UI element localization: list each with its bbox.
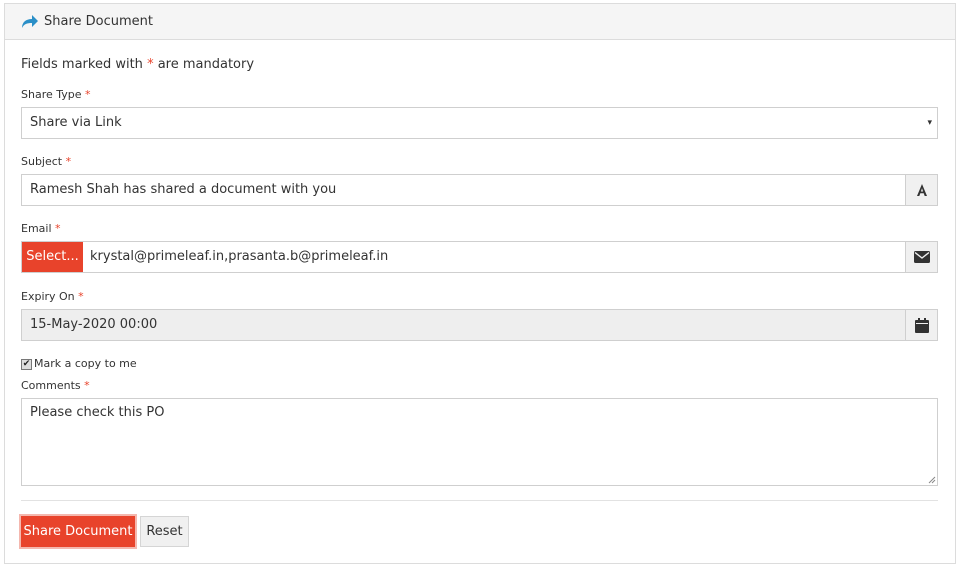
comments-label: Comments * — [21, 379, 90, 392]
copy-checkbox-row[interactable]: ✔ Mark a copy to me — [21, 357, 137, 370]
share-document-button[interactable]: Share Document — [19, 514, 137, 549]
expiry-label: Expiry On * — [21, 290, 84, 303]
comments-value: Please check this PO — [30, 405, 165, 420]
required-star: * — [147, 57, 154, 72]
envelope-icon — [905, 242, 937, 272]
chevron-down-icon: ▾ — [927, 118, 932, 128]
reset-button[interactable]: Reset — [140, 516, 189, 547]
calendar-icon[interactable] — [905, 310, 937, 340]
select-recipients-button[interactable]: Select... — [22, 242, 83, 272]
copy-checkbox-label: Mark a copy to me — [34, 357, 137, 370]
expiry-value: 15-May-2020 00:00 — [30, 317, 158, 332]
form-divider — [21, 500, 938, 501]
share-type-select[interactable]: Share via Link ▾ — [21, 107, 938, 139]
share-icon — [21, 14, 39, 30]
email-label: Email * — [21, 222, 61, 235]
subject-value: Ramesh Shah has shared a document with y… — [30, 182, 337, 197]
share-type-label: Share Type * — [21, 88, 91, 101]
subject-input[interactable]: Ramesh Shah has shared a document with y… — [21, 174, 938, 206]
expiry-date-input[interactable]: 15-May-2020 00:00 — [21, 309, 938, 341]
mandatory-note: Fields marked with * are mandatory — [21, 57, 255, 72]
comments-textarea[interactable]: Please check this PO — [21, 398, 938, 486]
share-document-panel: Share Document Fields marked with * are … — [4, 3, 956, 564]
email-field[interactable]: Select... krystal@primeleaf.in,prasanta.… — [21, 241, 938, 273]
share-type-value: Share via Link — [30, 115, 122, 130]
copy-checkbox[interactable]: ✔ — [21, 358, 32, 370]
panel-header: Share Document — [5, 4, 955, 40]
email-value: krystal@primeleaf.in,prasanta.b@primelea… — [90, 249, 389, 264]
panel-title: Share Document — [44, 14, 153, 29]
resize-handle-icon[interactable] — [928, 476, 936, 484]
subject-label: Subject * — [21, 155, 72, 168]
font-icon — [905, 175, 937, 205]
